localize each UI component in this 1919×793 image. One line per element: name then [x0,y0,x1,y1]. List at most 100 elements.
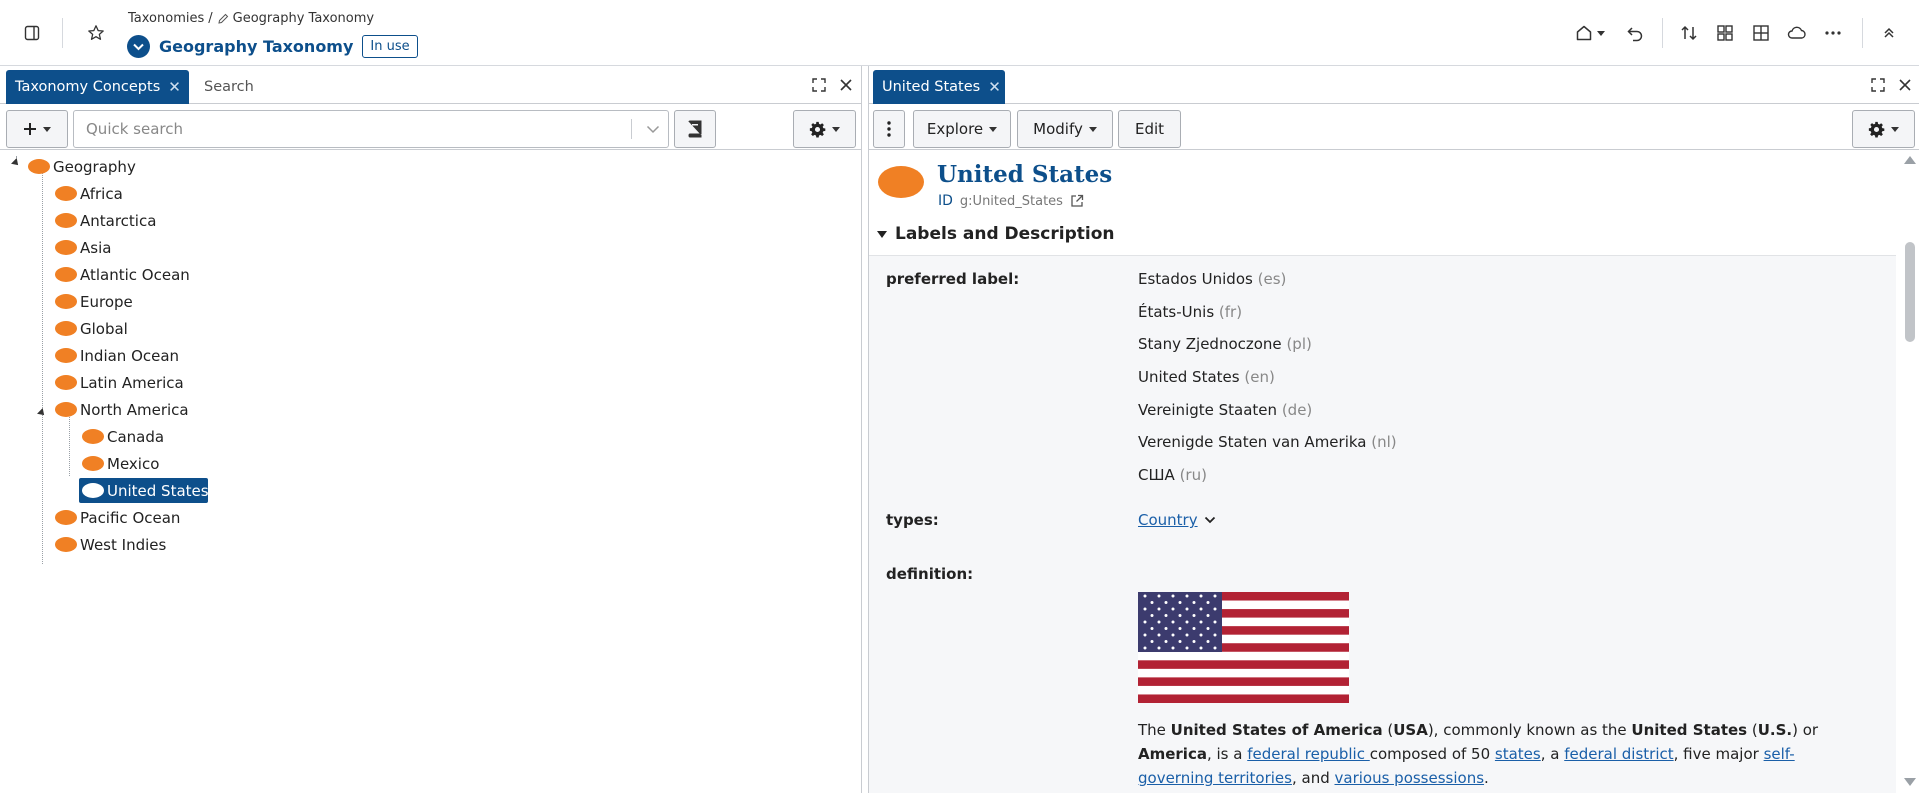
concept-icon [55,510,77,525]
type-country-link[interactable]: Country [1138,511,1198,529]
label-lang: (es) [1257,270,1287,288]
settings-button[interactable] [793,110,856,148]
text-run: ( [1747,721,1758,739]
text-run: . [1484,769,1489,787]
breadcrumb-taxonomies-link[interactable]: Taxonomies [128,11,204,26]
preferred-label-ru: США (ru) [1138,466,1207,484]
close-icon[interactable]: ✕ [988,78,1001,96]
toolbar-divider [1862,18,1863,48]
text-bold: U.S. [1757,721,1793,739]
expand-toggle-icon[interactable] [37,408,47,418]
us-flag-image [1138,592,1349,703]
quick-search-input[interactable] [74,111,631,147]
cloud-icon[interactable] [1785,22,1809,44]
tree-node-label: Geography [53,157,136,176]
concept-icon [55,213,77,228]
text-run: , a [1540,745,1565,763]
close-icon[interactable]: ✕ [168,78,181,96]
undo-icon[interactable] [1623,22,1647,44]
concept-icon [55,186,77,201]
tree-node-geography[interactable]: Geography [25,154,139,179]
maximize-icon[interactable] [1869,76,1887,94]
add-concept-button[interactable] [6,110,68,148]
text-run: , is a [1206,745,1248,763]
expand-toggle-icon[interactable] [11,158,21,168]
tree-node-west-indies[interactable]: West Indies [52,532,169,557]
tree-node-antarctica[interactable]: Antarctica [52,208,159,233]
scroll-down-icon[interactable] [1904,778,1916,786]
settings-button[interactable] [1852,110,1915,148]
tree-node-pacific-ocean[interactable]: Pacific Ocean [52,505,183,530]
vertical-scrollbar[interactable] [1901,150,1918,793]
link-states[interactable]: states [1495,745,1541,763]
tree-node-africa[interactable]: Africa [52,181,126,206]
tree-node-global[interactable]: Global [52,316,131,341]
link-various-possessions[interactable]: various possessions [1335,769,1485,787]
tab-taxonomy-concepts[interactable]: Taxonomy Concepts ✕ [6,70,189,104]
modify-button[interactable]: Modify [1017,110,1113,148]
explore-button[interactable]: Explore [913,110,1011,148]
label-lang: (ru) [1179,466,1207,484]
concept-title: United States [937,161,1113,188]
external-link-icon[interactable] [1070,194,1084,208]
text-run: ) or [1792,721,1819,739]
kebab-menu-button[interactable] [873,110,905,148]
tree-node-north-america[interactable]: North America [52,397,192,422]
concept-icon [55,402,77,417]
tree-node-label: Asia [80,238,112,257]
maximize-icon[interactable] [810,76,828,94]
tree-node-united-states[interactable]: United States [79,478,209,503]
home-menu-button[interactable] [1570,22,1610,44]
tree-node-indian-ocean[interactable]: Indian Ocean [52,343,182,368]
right-tab-bar: United States ✕ [869,66,1919,104]
tab-united-states[interactable]: United States ✕ [873,70,1005,104]
caret-down-icon [989,126,998,132]
tree-node-atlantic-ocean[interactable]: Atlantic Ocean [52,262,193,287]
star-icon[interactable] [84,21,108,45]
title-row: Geography Taxonomy In use [127,35,418,58]
chevron-down-icon[interactable] [127,35,150,58]
top-bar: Taxonomies / Geography Taxonomy Geograph… [0,0,1919,66]
toolbar-divider [1662,18,1663,48]
add-panel-icon[interactable] [1749,22,1773,44]
chevron-down-icon[interactable] [638,111,668,147]
tree-node-mexico[interactable]: Mexico [79,451,162,476]
preferred-label-en: United States (en) [1138,368,1275,386]
concept-icon [55,240,77,255]
close-panel-icon[interactable] [1895,75,1915,95]
caret-down-icon [1597,30,1605,36]
caret-down-icon [1891,126,1899,132]
concept-icon [55,267,77,282]
sidebar-toggle-icon[interactable] [20,21,44,45]
section-header-labels[interactable]: Labels and Description [877,224,1114,244]
edit-button[interactable]: Edit [1118,110,1181,148]
concept-icon [28,159,50,174]
more-icon[interactable] [1821,22,1845,44]
status-badge[interactable]: In use [362,35,418,58]
tab-search[interactable]: Search [204,70,254,104]
tree-node-label: United States [107,481,209,500]
dashboard-icon[interactable] [1713,22,1737,44]
scroll-up-icon[interactable] [1904,156,1916,164]
tree-node-europe[interactable]: Europe [52,289,136,314]
chevron-down-icon[interactable] [1204,516,1216,524]
sort-icon[interactable] [1677,22,1701,44]
tab-label: United States [882,79,981,95]
close-panel-icon[interactable] [836,75,856,95]
label-lang: (nl) [1371,433,1397,451]
tree-node-asia[interactable]: Asia [52,235,114,260]
tree-node-label: Atlantic Ocean [80,265,190,284]
collapse-up-icon[interactable] [1877,22,1901,44]
concept-detail: United States ID g:United_States Labels … [869,150,1896,793]
link-federal-district[interactable]: federal district [1564,745,1673,763]
tree-node-latin-america[interactable]: Latin America [52,370,187,395]
tree-node-canada[interactable]: Canada [79,424,167,449]
preferred-label-de: Vereinigte Staaten (de) [1138,401,1312,419]
toolbar-divider [62,18,63,48]
label-lang: (de) [1281,401,1313,419]
label-text: Estados Unidos [1138,270,1253,288]
concept-icon [878,166,924,198]
book-button[interactable] [674,110,716,148]
scroll-thumb[interactable] [1905,242,1915,342]
link-federal-republic[interactable]: federal republic [1247,745,1370,763]
